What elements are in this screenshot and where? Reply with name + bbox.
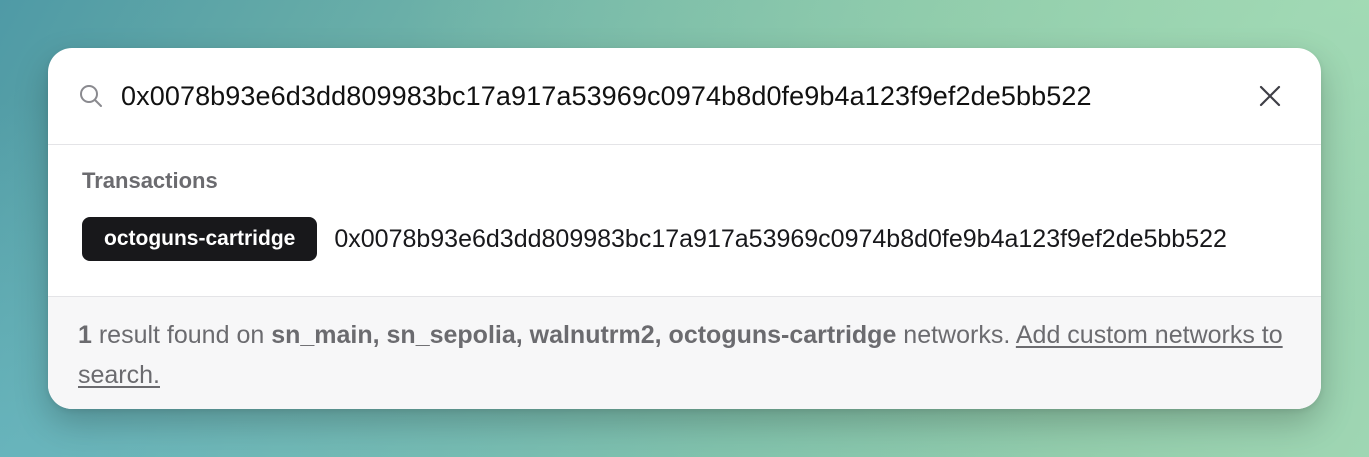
list-item[interactable]: octoguns-cartridge 0x0078b93e6d3dd809983…	[82, 217, 1287, 261]
result-count: 1	[78, 321, 92, 349]
results-list: Transactions octoguns-cartridge 0x0078b9…	[48, 145, 1321, 295]
network-list: sn_main, sn_sepolia, walnutrm2, octoguns…	[271, 321, 897, 349]
close-icon	[1259, 85, 1281, 107]
results-summary: 1 result found on sn_main, sn_sepolia, w…	[48, 296, 1321, 409]
search-bar	[48, 48, 1321, 145]
section-label-transactions: Transactions	[82, 168, 218, 193]
summary-text-before: result found on	[91, 321, 272, 349]
transaction-hash: 0x0078b93e6d3dd809983bc17a917a53969c0974…	[334, 224, 1227, 253]
summary-text-after: networks.	[896, 321, 1016, 349]
search-dialog: Transactions octoguns-cartridge 0x0078b9…	[48, 48, 1321, 409]
network-badge: octoguns-cartridge	[82, 217, 318, 261]
search-icon	[80, 85, 102, 107]
clear-search-button[interactable]	[1255, 81, 1285, 111]
search-input[interactable]	[121, 80, 1241, 112]
